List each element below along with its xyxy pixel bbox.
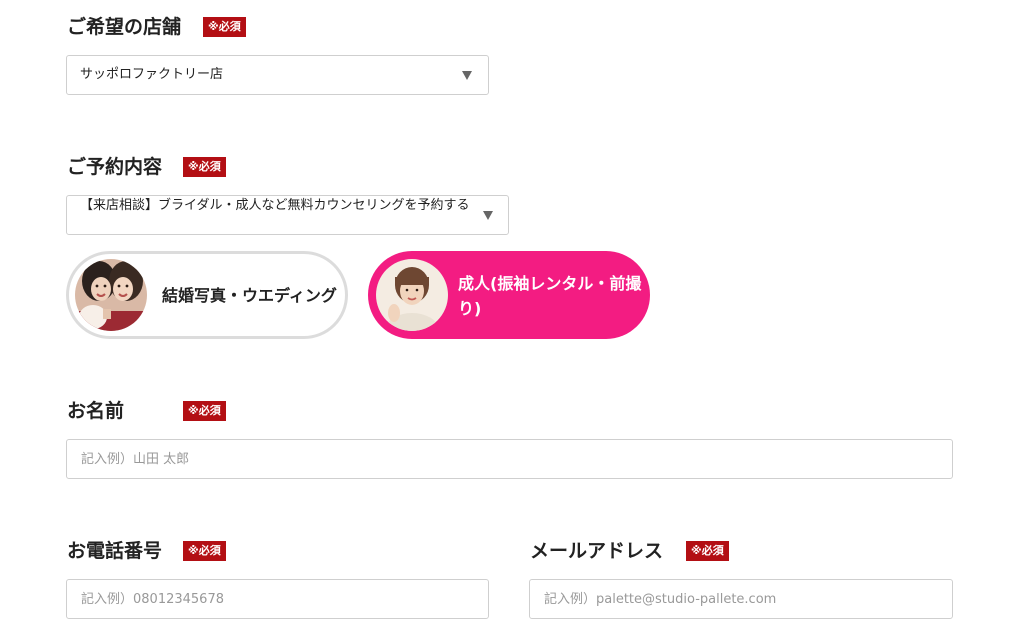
chevron-down-icon [483,211,493,220]
reservation-select-value: 【来店相談】ブライダル・成人など無料カウンセリングを予約する [80,198,470,213]
email-input[interactable] [529,579,953,619]
chevron-down-icon [462,71,472,80]
required-badge: ※必須 [183,401,226,421]
category-seijin-label: 成人(振袖レンタル・前撮り) [458,274,642,318]
required-badge: ※必須 [183,157,226,177]
reservation-select[interactable]: 【来店相談】ブライダル・成人など無料カウンセリングを予約する [66,195,509,235]
phone-label: お電話番号 [67,540,163,562]
category-wedding-label: 結婚写真・ウエディング [162,286,337,305]
email-label: メールアドレス [530,540,664,562]
category-seijin-button[interactable]: 成人(振袖レンタル・前撮り) [368,251,650,339]
phone-input[interactable] [66,579,489,619]
store-select-value: サッポロファクトリー店 [80,67,224,82]
wedding-photo [75,259,147,331]
required-badge: ※必須 [183,541,226,561]
category-wedding-button[interactable]: 結婚写真・ウエディング [66,251,348,339]
required-badge: ※必須 [686,541,729,561]
reservation-label: ご予約内容 [67,156,163,178]
store-select[interactable]: サッポロファクトリー店 [66,55,489,95]
name-label: お名前 [67,400,125,422]
required-badge: ※必須 [203,17,246,37]
seijin-photo [376,259,448,331]
store-label: ご希望の店舗 [67,16,182,38]
name-input[interactable] [66,439,953,479]
